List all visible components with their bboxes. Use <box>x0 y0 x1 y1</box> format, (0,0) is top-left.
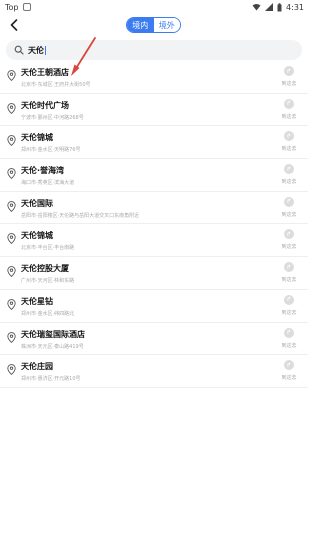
status-bar: Top 4:31 <box>0 0 308 14</box>
go-here-label: 到这去 <box>281 309 297 316</box>
status-right: 4:31 <box>252 3 304 12</box>
place-address: 郑州市·惠济区·开元路10号 <box>21 376 81 383</box>
carrier-label: Top <box>5 2 19 12</box>
place-address: 海口市·秀英区·滨海大道 <box>21 180 75 187</box>
notification-icon <box>22 3 31 11</box>
list-item[interactable]: 天伦瑞玺国际酒店 株洲市·天元区·泰山路419号 ↱ 到这去 <box>0 323 308 356</box>
tab-overseas[interactable]: 境外 <box>153 18 180 32</box>
navigate-icon: ↱ <box>284 66 294 76</box>
go-here-label: 到这去 <box>281 277 297 284</box>
wifi-icon <box>252 4 261 11</box>
battery-icon <box>277 2 282 11</box>
place-address: 株洲市·天元区·泰山路419号 <box>21 343 84 350</box>
go-here-button[interactable]: ↱ 到这去 <box>278 360 300 381</box>
list-item[interactable]: 天伦控股大厦 广州市·天河区·林和东路 ↱ 到这去 <box>0 257 308 290</box>
signal-icon <box>265 3 274 11</box>
place-name: 天伦控股大厦 <box>21 264 69 274</box>
search-value: 天伦 <box>28 45 44 55</box>
place-name: 天伦锦城 <box>21 133 53 143</box>
tab-domestic[interactable]: 境内 <box>127 18 154 32</box>
navigate-icon: ↱ <box>284 262 294 273</box>
place-name: 天伦王朝酒店 <box>21 68 69 77</box>
location-pin-icon <box>7 70 16 81</box>
region-segmented-control: 境内 境外 <box>126 17 181 33</box>
place-address: 郑州市·金水区·纬四路北 <box>21 310 75 317</box>
place-address: 岳阳市·岳阳楼区·天伦路与岳阳大道交叉口东南角附近 <box>21 212 140 219</box>
navigate-icon: ↱ <box>284 360 294 371</box>
place-name: 天伦·誉海湾 <box>21 166 65 176</box>
list-item[interactable]: 天伦锦城 郑州市·金水区·天明路76号 ↱ 到这去 <box>0 126 308 160</box>
go-here-label: 到这去 <box>281 342 297 349</box>
location-pin-icon <box>7 266 16 278</box>
location-pin-icon <box>7 200 16 212</box>
navigate-icon: ↱ <box>284 131 294 142</box>
go-here-button[interactable]: ↱ 到这去 <box>278 229 300 250</box>
go-here-label: 到这去 <box>281 113 297 120</box>
place-address: 广州市·天河区·林和东路 <box>21 278 75 285</box>
go-here-button[interactable]: ↱ 到这去 <box>278 327 300 349</box>
go-here-button[interactable]: ↱ 到这去 <box>278 131 300 152</box>
go-here-label: 到这去 <box>281 81 297 87</box>
place-name: 天伦星钻 <box>21 296 53 306</box>
list-item[interactable]: 天伦星钻 郑州市·金水区·纬四路北 ↱ 到这去 <box>0 290 308 323</box>
navigate-icon: ↱ <box>284 98 294 109</box>
list-item[interactable]: 天伦庄园 郑州市·惠济区·开元路10号 ↱ 到这去 <box>0 355 308 388</box>
go-here-label: 到这去 <box>281 211 297 218</box>
navigate-icon: ↱ <box>284 196 294 207</box>
location-pin-icon <box>7 102 16 114</box>
status-time: 4:31 <box>286 2 304 12</box>
location-pin-icon <box>7 331 16 343</box>
go-here-button[interactable]: ↱ 到这去 <box>278 196 300 218</box>
list-item[interactable]: 天伦时代广场 宁波市·鄞州区·中河路268号 ↱ 到这去 <box>0 94 308 127</box>
go-here-label: 到这去 <box>281 244 297 251</box>
place-name: 天伦国际 <box>21 198 53 208</box>
place-address: 宁波市·鄞州区·中河路268号 <box>21 114 84 121</box>
list-item[interactable]: 天伦锦城 北京市·丰台区·丰台南路 ↱ 到这去 <box>0 224 308 258</box>
go-here-button[interactable]: ↱ 到这去 <box>278 98 300 120</box>
place-address: 北京市·丰台区·丰台南路 <box>21 245 75 252</box>
location-pin-icon <box>7 298 16 310</box>
list-item[interactable]: 天伦王朝酒店 北京市·东城区·王府井大街50号 ↱ 到这去 <box>0 61 308 94</box>
place-name: 天伦瑞玺国际酒店 <box>21 329 85 339</box>
go-here-label: 到这去 <box>281 146 297 153</box>
go-here-label: 到这去 <box>281 375 297 382</box>
top-bar: 境内 境外 <box>0 14 308 36</box>
search-input[interactable]: 天伦 <box>6 40 302 60</box>
text-caret <box>45 45 46 55</box>
search-results-list: 天伦王朝酒店 北京市·东城区·王府井大街50号 ↱ 到这去 天伦时代广场 宁波市·… <box>0 61 308 388</box>
location-pin-icon <box>7 168 16 180</box>
go-here-button[interactable]: ↱ 到这去 <box>278 66 300 87</box>
place-name: 天伦锦城 <box>21 231 53 241</box>
go-here-button[interactable]: ↱ 到这去 <box>278 294 300 316</box>
go-here-button[interactable]: ↱ 到这去 <box>278 262 300 283</box>
place-name: 天伦庄园 <box>21 362 53 372</box>
go-here-label: 到这去 <box>281 179 297 186</box>
location-pin-icon <box>7 233 16 245</box>
chevron-left-icon <box>10 19 18 31</box>
place-address: 北京市·东城区·王府井大街50号 <box>21 82 91 88</box>
navigate-icon: ↱ <box>284 327 294 338</box>
navigate-icon: ↱ <box>284 229 294 240</box>
place-address: 郑州市·金水区·天明路76号 <box>21 147 81 154</box>
back-button[interactable] <box>7 17 21 33</box>
location-pin-icon <box>7 135 16 147</box>
navigate-icon: ↱ <box>284 164 294 175</box>
place-name: 天伦时代广场 <box>21 100 69 110</box>
status-left: Top <box>5 3 31 12</box>
list-item[interactable]: 天伦·誉海湾 海口市·秀英区·滨海大道 ↱ 到这去 <box>0 159 308 192</box>
go-here-button[interactable]: ↱ 到这去 <box>278 164 300 185</box>
navigate-icon: ↱ <box>284 294 294 305</box>
search-icon <box>14 45 24 55</box>
list-item[interactable]: 天伦国际 岳阳市·岳阳楼区·天伦路与岳阳大道交叉口东南角附近 ↱ 到这去 <box>0 192 308 225</box>
location-pin-icon <box>7 364 16 376</box>
